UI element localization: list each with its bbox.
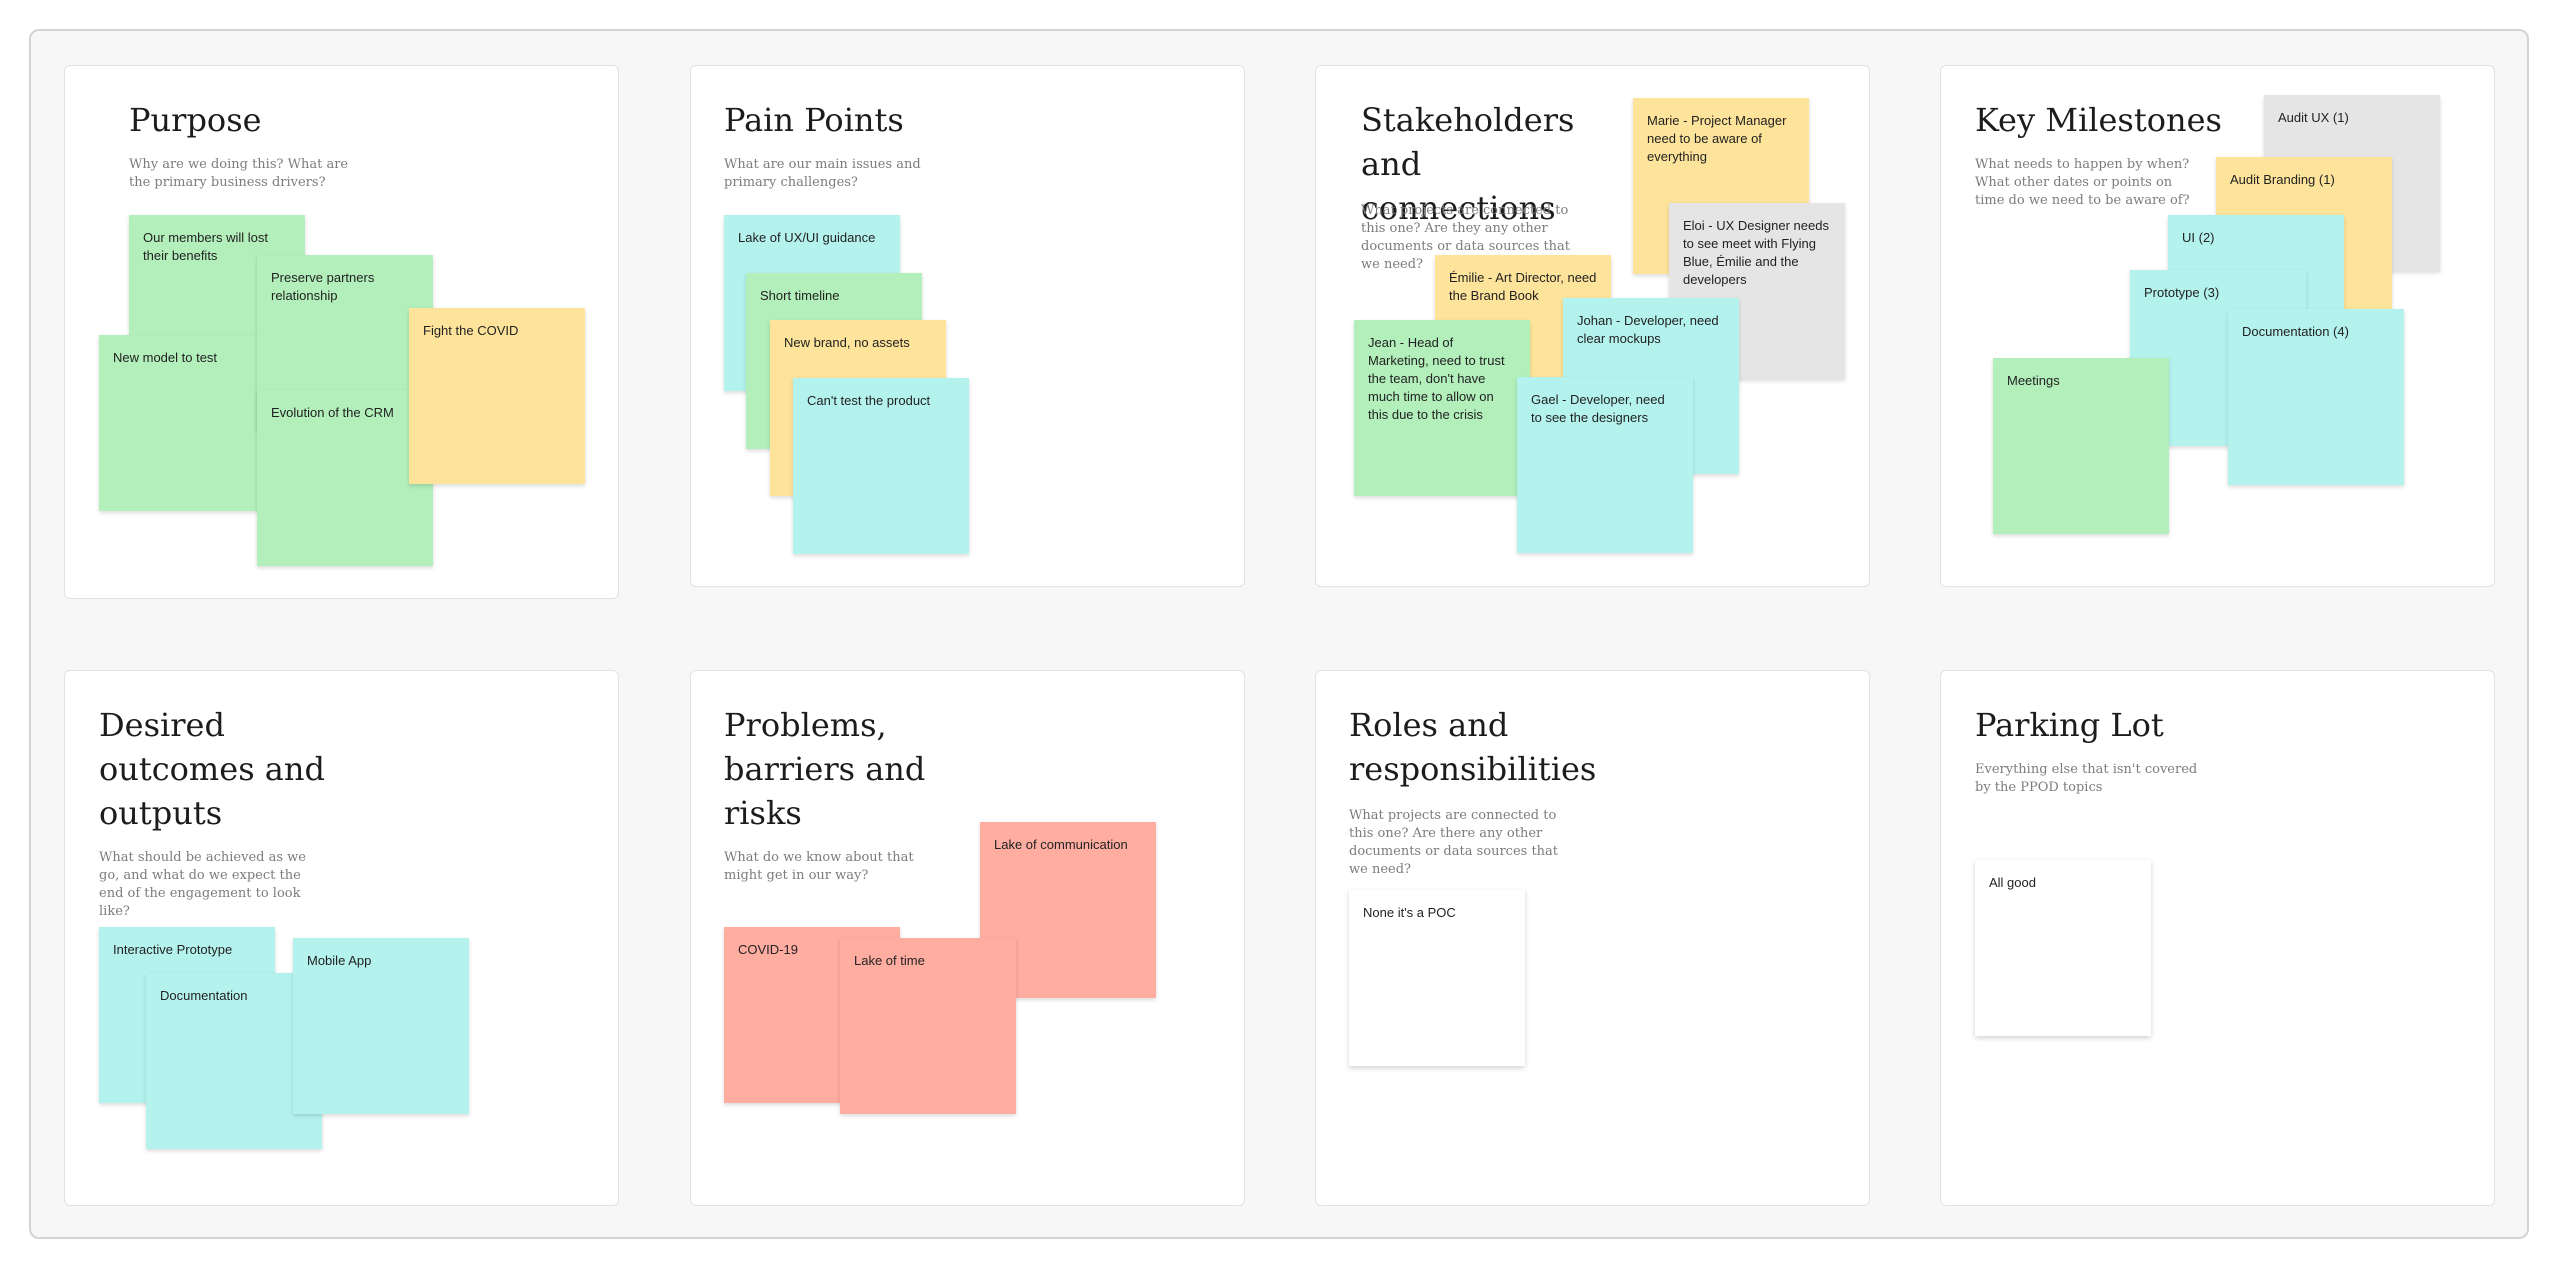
- section-title-purpose: Purpose: [129, 101, 262, 139]
- sticky-note[interactable]: New model to test: [99, 335, 275, 511]
- sticky-note[interactable]: Mobile App: [293, 938, 469, 1114]
- sticky-note[interactable]: All good: [1975, 860, 2151, 1036]
- sticky-note[interactable]: Meetings: [1993, 358, 2169, 534]
- section-title-problems: Problems, barriers and risks: [724, 706, 926, 832]
- section-description-desired-outcomes: What should be achieved as we go, and wh…: [99, 850, 306, 919]
- section-description-parking-lot: Everything else that isn't covered by th…: [1975, 762, 2198, 795]
- section-title-key-milestones: Key Milestones: [1975, 101, 2222, 139]
- section-description-pain-points: What are our main issues and primary cha…: [724, 157, 921, 190]
- section-description-purpose: Why are we doing this? What are the prim…: [129, 157, 349, 190]
- sticky-note[interactable]: Can't test the product: [793, 378, 969, 554]
- sticky-note[interactable]: Fight the COVID: [409, 308, 585, 484]
- section-title-pain-points: Pain Points: [724, 101, 904, 139]
- section-description-key-milestones: What needs to happen by when? What other…: [1975, 157, 2190, 208]
- section-description-problems: What do we know about that might get in …: [724, 850, 914, 883]
- section-description-roles: What projects are connected to this one?…: [1349, 808, 1559, 877]
- sticky-note[interactable]: Jean - Head of Marketing, need to trust …: [1354, 320, 1530, 496]
- sticky-note[interactable]: Evolution of the CRM: [257, 390, 433, 566]
- sticky-note[interactable]: Gael - Developer, need to see the design…: [1517, 377, 1693, 553]
- section-title-parking-lot: Parking Lot: [1975, 706, 2164, 744]
- section-title-roles: Roles and responsibilities: [1349, 706, 1597, 788]
- sticky-note[interactable]: Lake of time: [840, 938, 1016, 1114]
- sticky-note[interactable]: Documentation (4): [2228, 309, 2404, 485]
- section-title-desired-outcomes: Desired outcomes and outputs: [99, 706, 325, 832]
- sticky-note[interactable]: None it's a POC: [1349, 890, 1525, 1066]
